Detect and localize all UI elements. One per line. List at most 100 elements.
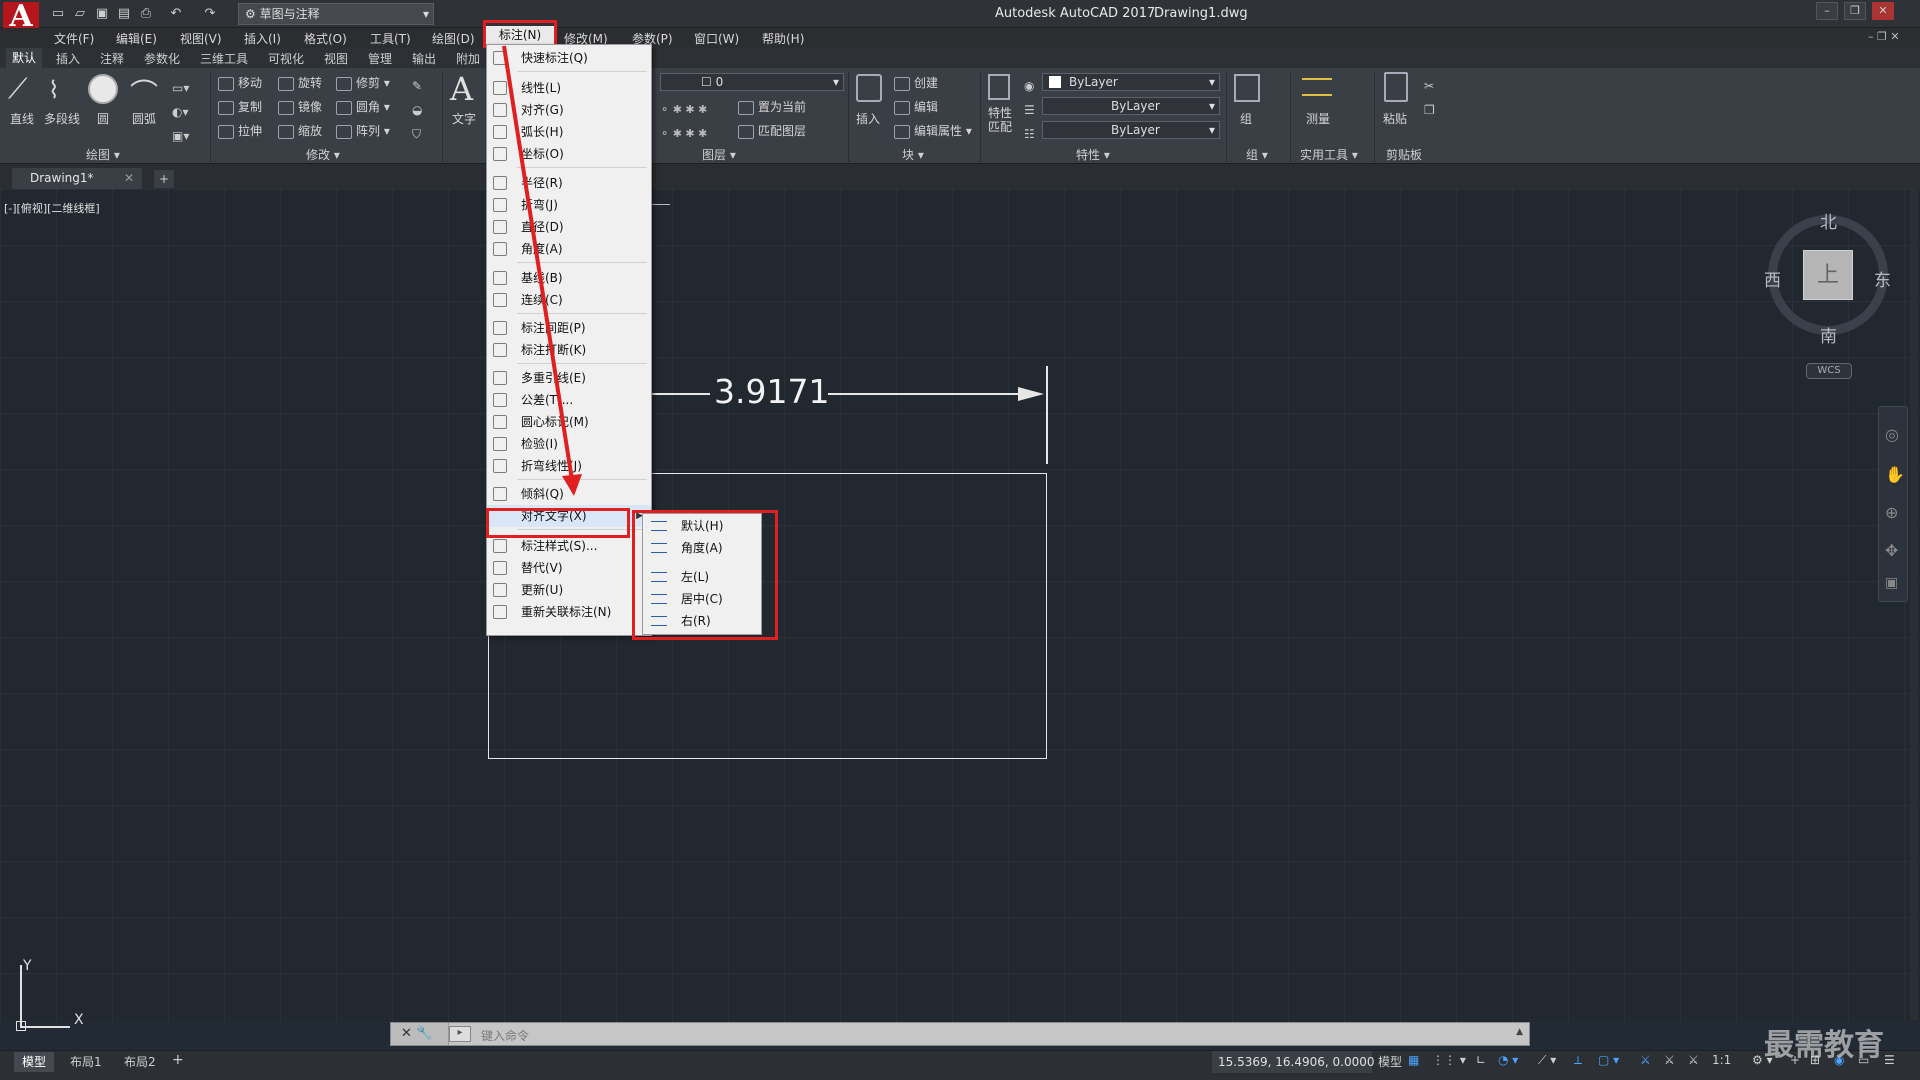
layout-tab-model[interactable]: 模型 [14,1052,55,1072]
draw-small-tools[interactable]: ▭▾ ◐▾ ▣▾ [172,76,189,148]
draw-panel-label[interactable]: 绘图 ▾ [86,146,120,163]
viewport-controls[interactable]: [-][俯视][二维线框] [4,200,100,216]
tool-line[interactable]: 直线 [10,110,34,127]
tool-paste[interactable]: 粘贴 [1383,110,1407,127]
modify-panel-label[interactable]: 修改 ▾ [306,146,340,163]
menu-dim-style[interactable]: 标注样式(S)... [487,535,651,557]
showmotion-icon[interactable]: ▣ [1885,575,1898,591]
menu-file[interactable]: 文件(F) [54,30,94,47]
command-input[interactable]: 键入命令 [481,1027,529,1044]
undo-icon[interactable]: ↶ [166,5,186,23]
layer-panel-label[interactable]: 图层 ▾ [702,146,736,163]
menu-view[interactable]: 视图(V) [180,30,222,47]
layer-small-icons[interactable]: ⚬ ✱ ✱ ✱ ⚬ ✱ ✱ ✱ [660,98,707,146]
tab-view[interactable]: 视图 [324,50,348,67]
tab-manage[interactable]: 管理 [368,50,392,67]
wcs-menu[interactable]: WCS [1806,363,1852,379]
menu-format[interactable]: 格式(O) [304,30,347,47]
isodraft-icon[interactable]: ⟂ [1574,1053,1582,1068]
minimize-icon[interactable]: – [1816,2,1838,20]
linetype-dropdown[interactable]: ByLayer ▾ [1042,97,1220,115]
tool-measure[interactable]: 测量 [1306,110,1330,127]
workspace-dropdown[interactable]: ⚙ 草图与注释 ▾ [238,3,434,25]
menu-update[interactable]: 更新(U) [487,579,651,601]
save-icon[interactable]: ▣ [92,5,112,23]
tool-edit-block[interactable]: 编辑 [894,98,938,115]
menu-tools[interactable]: 工具(T) [370,30,411,47]
tab-parametric[interactable]: 参数化 [144,50,180,67]
tool-array[interactable]: 阵列 ▾ [336,122,390,139]
tab-annotate[interactable]: 注释 [100,50,124,67]
annotation-scale[interactable]: 1:1 [1712,1053,1731,1067]
circle-icon[interactable] [88,74,118,104]
pan-icon[interactable]: ✋ [1885,465,1905,484]
cut-copy-icons[interactable]: ✂ ❐ [1424,74,1435,122]
tool-trim[interactable]: 修剪 ▾ [336,74,390,91]
redo-icon[interactable]: ↷ [200,5,220,23]
annotation-visibility-icon[interactable]: ⚔ [1640,1053,1651,1067]
polar-icon[interactable]: ◔ ▾ [1498,1053,1518,1067]
compass-east[interactable]: 东 [1874,266,1891,291]
annotation-scale-icon[interactable]: ⚔ [1688,1053,1699,1067]
menu-override[interactable]: 替代(V) [487,557,651,579]
color-dropdown[interactable]: ByLayer ▾ [1042,73,1220,91]
tab-output[interactable]: 输出 [412,50,436,67]
tool-mirror[interactable]: 镜像 [278,98,322,115]
menu-help[interactable]: 帮助(H) [762,30,804,47]
tool-match-layer[interactable]: 匹配图层 [738,122,806,139]
tab-insert[interactable]: 插入 [56,50,80,67]
auto-scale-icon[interactable]: ⚔ [1664,1053,1675,1067]
group-icon[interactable] [1234,74,1260,102]
tool-scale[interactable]: 缩放 [278,122,322,139]
compass-north[interactable]: 北 [1820,208,1837,233]
tool-edit-attributes[interactable]: 编辑属性 ▾ [894,122,972,139]
tab-visualize[interactable]: 可视化 [268,50,304,67]
tool-create-block[interactable]: 创建 [894,74,938,91]
lineweight-dropdown[interactable]: ByLayer ▾ [1042,121,1220,139]
compass-south[interactable]: 南 [1820,322,1837,347]
properties-panel-label[interactable]: 特性 ▾ [1076,146,1110,163]
layer-dropdown[interactable]: ☐ 0 ▾ [660,73,844,91]
vertical-scrollbar[interactable] [1910,190,1918,1020]
tool-polyline[interactable]: 多段线 [44,110,80,127]
tool-arc[interactable]: 圆弧 [132,110,156,127]
zoom-icon[interactable]: ⊕ [1885,503,1898,522]
customize-icon[interactable]: ☰ [1884,1053,1895,1067]
menu-edit[interactable]: 编辑(E) [116,30,157,47]
tool-fillet[interactable]: 圆角 ▾ [336,98,390,115]
command-prompt-icon[interactable]: ▸ [449,1026,471,1042]
match-properties-icon[interactable] [988,74,1010,100]
add-layout-icon[interactable]: + [172,1052,184,1068]
save-as-icon[interactable]: ▤ [114,5,134,23]
block-panel-label[interactable]: 块 ▾ [902,146,924,163]
tool-circle[interactable]: 圆 [97,110,109,127]
ortho-icon[interactable]: ∟ [1476,1053,1486,1067]
measure-icon[interactable] [1302,78,1332,96]
steering-wheel-icon[interactable]: ◎ [1885,425,1899,444]
maximize-icon[interactable]: ❐ [1844,2,1866,20]
line-icon[interactable]: ⟋ [8,72,38,108]
model-space-button[interactable]: 模型 [1378,1053,1402,1070]
compass-west[interactable]: 西 [1764,266,1781,291]
tab-default[interactable]: 默认 [6,48,43,68]
menu-window[interactable]: 窗口(W) [694,30,739,47]
tool-move[interactable]: 移动 [218,74,262,91]
osnap-tracking-icon[interactable]: ⟋ ▾ [1538,1053,1556,1068]
group-panel-label[interactable]: 组 ▾ [1246,146,1268,163]
polyline-icon[interactable]: ⌇ [48,76,82,104]
close-icon[interactable]: ✕ [1872,2,1894,20]
tool-set-current[interactable]: 置为当前 [738,98,806,115]
tool-rotate[interactable]: 旋转 [278,74,322,91]
print-icon[interactable]: ⎙ [136,5,156,23]
tool-text[interactable]: 文字 [452,110,476,127]
grid-icon[interactable]: ▦ [1408,1053,1419,1067]
tab-3d-tools[interactable]: 三维工具 [200,50,248,67]
document-tab[interactable]: Drawing1* ✕ [12,168,142,189]
new-tab-icon[interactable]: + [154,170,174,188]
utilities-panel-label[interactable]: 实用工具 ▾ [1300,146,1358,163]
paste-icon[interactable] [1384,72,1408,102]
tab-addins[interactable]: 附加 [456,50,480,67]
doc-window-controls[interactable]: – ❐ ✕ [1868,30,1900,43]
command-history-icon[interactable]: ▲ [1516,1027,1523,1037]
new-file-icon[interactable]: ▭ [48,5,68,23]
